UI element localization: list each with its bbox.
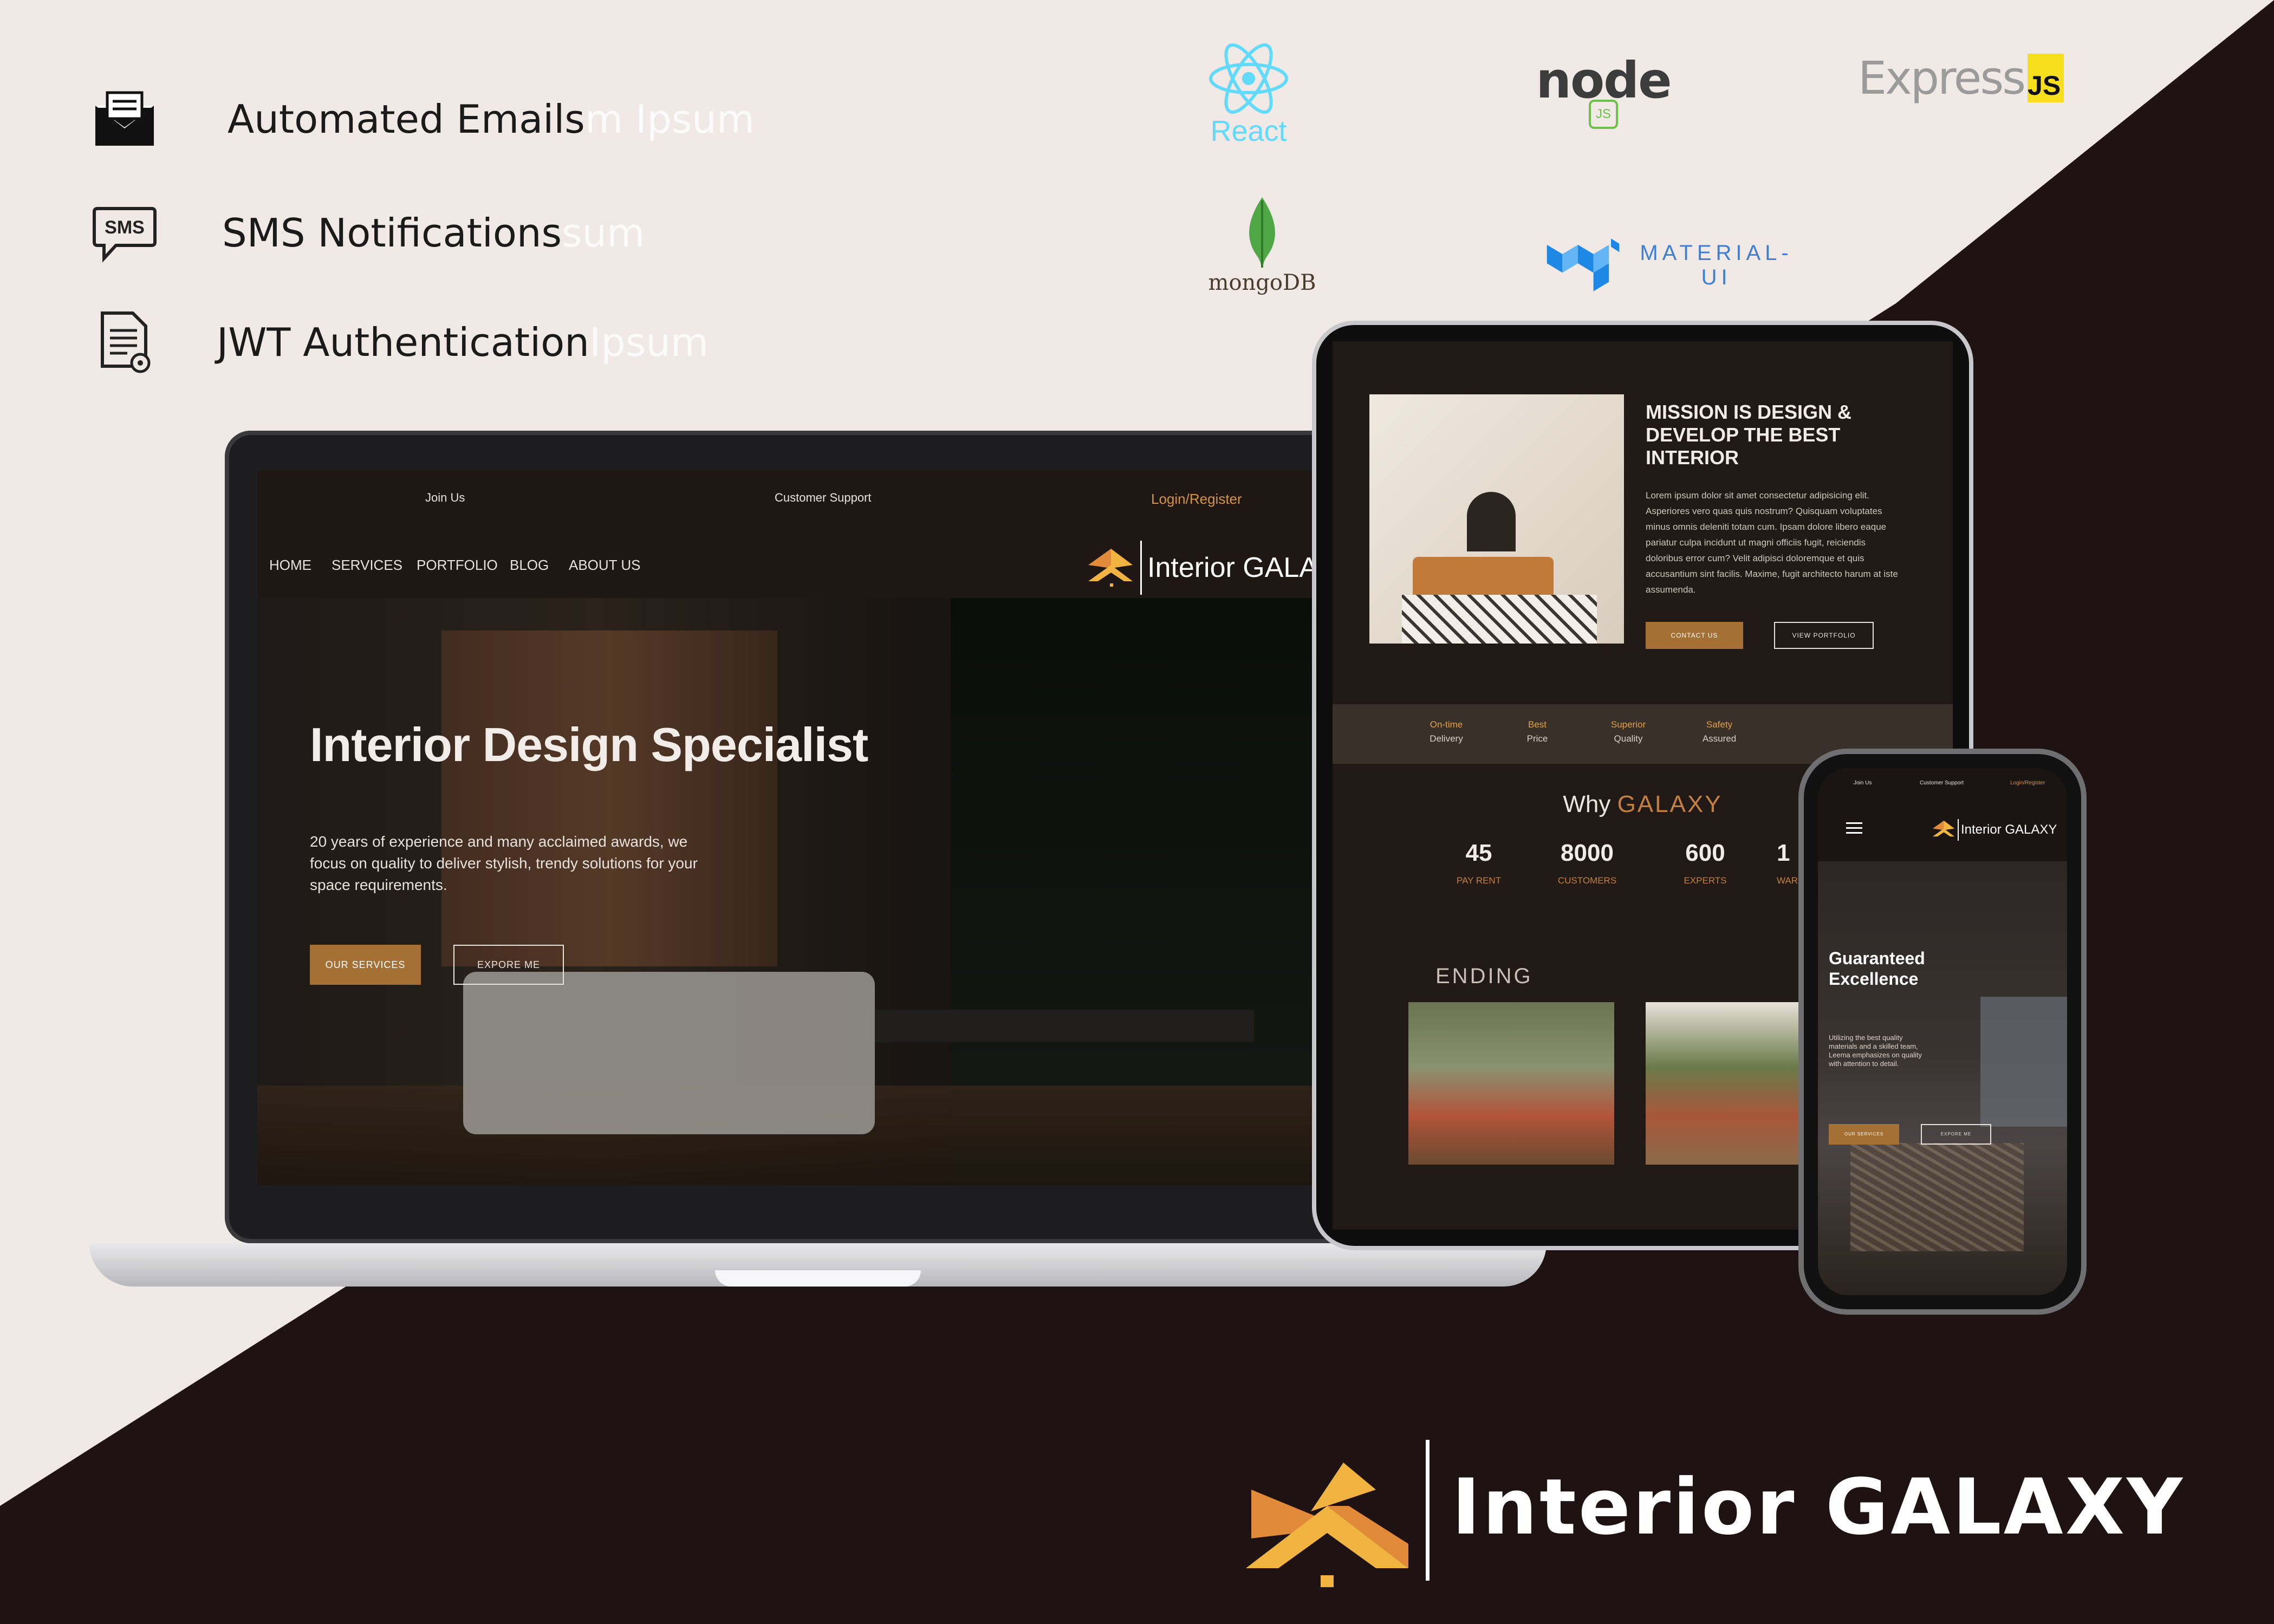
explore-me-button[interactable]: EXPORE ME: [453, 945, 564, 985]
express-logo: Express JS: [1858, 51, 2064, 105]
laptop-nav: HOME SERVICES PORTFOLIO BLOG ABOUT US In…: [257, 535, 1381, 600]
sms-bubble-icon: SMS: [92, 200, 157, 265]
house-logo-icon: [1932, 820, 1955, 837]
laptop-brand[interactable]: Interior GALAXY: [1086, 541, 1355, 595]
node-js-badge: JS: [1589, 100, 1618, 129]
brand-divider: [1426, 1440, 1430, 1581]
house-logo-icon: [1088, 549, 1133, 587]
mongodb-label: mongoDB: [1208, 270, 1316, 295]
feature-ghost-text: m Ipsum: [584, 96, 755, 142]
mission-body: Lorem ipsum dolor sit amet consectetur a…: [1646, 490, 1898, 595]
stat: 8000 CUSTOMERS: [1557, 840, 1617, 886]
laptop-notch: [715, 1270, 921, 1287]
our-services-button[interactable]: OUR SERVICES: [1829, 1124, 1899, 1145]
material-ui-label: MATERIAL-UI: [1640, 241, 1793, 289]
nav-about-us[interactable]: ABOUT US: [569, 557, 640, 574]
feature-automated-emails: Automated Emailsm Ipsum: [92, 87, 755, 152]
trending-heading: ENDING: [1435, 964, 1533, 988]
explore-me-button[interactable]: EXPORE ME: [1921, 1124, 1991, 1145]
envelope-icon: [92, 87, 157, 152]
brand-name: Interior GALAXY: [1961, 822, 2057, 837]
material-ui-logo: MATERIAL-UI: [1544, 233, 1804, 298]
join-us-link[interactable]: Join Us: [425, 491, 465, 505]
phone-hero-subtitle: Utilizing the best quality materials and…: [1829, 1034, 1922, 1068]
stat: 600 EXPERTS: [1684, 840, 1727, 886]
mongodb-leaf-icon: [1249, 197, 1275, 268]
contact-us-button[interactable]: CONTACT US: [1646, 622, 1743, 649]
strip-feature: Safety Assured: [1702, 719, 1737, 744]
react-atom-icon: [1209, 43, 1288, 114]
trending-image: [1408, 1002, 1614, 1165]
laptop-top-links: Join Us Customer Support Login/Register: [257, 470, 1381, 519]
document-lock-icon: [92, 310, 157, 375]
nav-portfolio[interactable]: PORTFOLIO: [417, 557, 498, 574]
feature-label: Automated Emails: [228, 96, 585, 142]
customer-support-link[interactable]: Customer Support: [1920, 780, 1964, 786]
feature-jwt-authentication: JWT AuthenticationIpsum: [92, 310, 709, 375]
phone-screen: Join Us Customer Support Login/Register …: [1818, 768, 2067, 1295]
hamburger-menu-icon[interactable]: [1846, 822, 1862, 834]
nav-services[interactable]: SERVICES: [332, 557, 402, 574]
view-portfolio-button[interactable]: VIEW PORTFOLIO: [1774, 622, 1874, 649]
hero-section: Interior Design Specialist 20 years of e…: [257, 598, 1381, 1185]
mission-title: MISSION IS DESIGN & DEVELOP THE BEST INT…: [1646, 401, 1852, 469]
phone-header: Join Us Customer Support Login/Register …: [1818, 768, 2067, 861]
strip-feature: Superior Quality: [1610, 719, 1646, 744]
strip-feature: Best Price: [1526, 719, 1548, 744]
mission-image: [1369, 394, 1624, 644]
feature-sms-notifications: SMS SMS Notificationssum: [92, 200, 645, 265]
login-register-link[interactable]: Login/Register: [1151, 491, 1242, 508]
hero-title: Interior Design Specialist: [310, 718, 868, 771]
customer-support-link[interactable]: Customer Support: [775, 491, 872, 505]
strip-feature: On-time Delivery: [1430, 719, 1463, 744]
express-js-badge: JS: [2028, 54, 2064, 102]
our-services-button[interactable]: OUR SERVICES: [310, 945, 421, 985]
material-ui-icon: [1547, 238, 1620, 291]
join-us-link[interactable]: Join Us: [1854, 780, 1872, 786]
brand-house-logo-icon: [1246, 1463, 1408, 1587]
laptop-screen: Join Us Customer Support Login/Register …: [257, 470, 1381, 1185]
feature-ghost-text: Ipsum: [589, 320, 709, 365]
svg-text:SMS: SMS: [105, 217, 145, 238]
phone-brand[interactable]: Interior GALAXY: [1932, 818, 2057, 842]
phone-hero-title: Guaranteed Excellence: [1829, 949, 1925, 989]
express-label: Express: [1858, 51, 2026, 105]
stat: 45 PAY RENT: [1456, 840, 1502, 886]
feature-ghost-text: sum: [562, 210, 645, 256]
nav-home[interactable]: HOME: [269, 557, 311, 574]
phone-hero: Guaranteed Excellence Utilizing the best…: [1818, 861, 2067, 1295]
nav-blog[interactable]: BLOG: [510, 557, 549, 574]
mongodb-logo: mongoDB: [1208, 195, 1316, 295]
react-label: React: [1210, 115, 1287, 147]
hero-subtitle: 20 years of experience and many acclaime…: [310, 833, 698, 893]
react-logo: React: [1203, 38, 1295, 148]
feature-label: JWT Authentication: [217, 320, 589, 365]
nodejs-logo: node JS: [1536, 51, 1672, 129]
feature-label: SMS Notifications: [222, 210, 562, 256]
login-register-link[interactable]: Login/Register: [2010, 780, 2045, 786]
brand-footer-title: Interior GALAXY: [1452, 1463, 2185, 1552]
